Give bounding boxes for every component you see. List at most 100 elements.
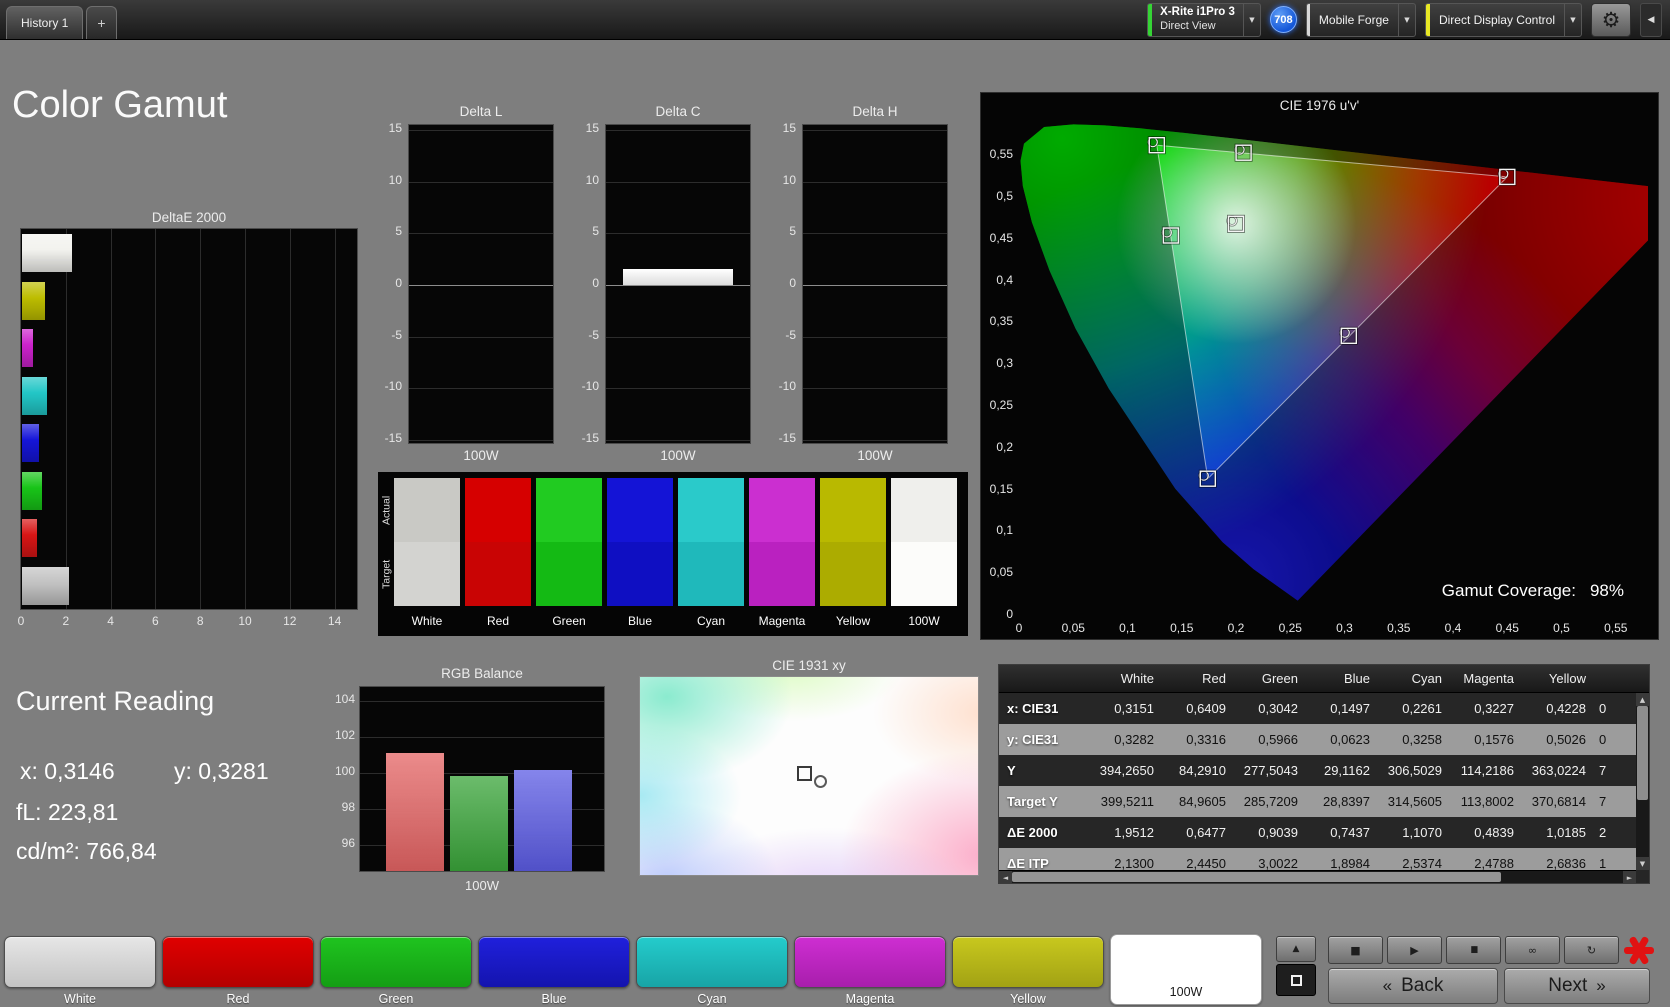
gridline — [360, 701, 604, 702]
swatch-actual — [536, 478, 602, 542]
gridline — [803, 181, 947, 183]
loop-button[interactable]: ∞ — [1505, 936, 1560, 964]
alert-asterisk-icon[interactable] — [1622, 934, 1656, 968]
y-tick-label: 0,25 — [989, 398, 1013, 412]
swatch-label: Magenta — [758, 614, 806, 628]
add-tab-button[interactable]: + — [86, 6, 117, 39]
pattern-button-blue[interactable] — [478, 936, 630, 988]
table-cell: 0,4839 — [1474, 825, 1514, 840]
y-tick-label: 0 — [789, 276, 796, 290]
collapse-left-icon: ◀ — [1647, 14, 1655, 25]
pattern-button-yellow[interactable] — [952, 936, 1104, 988]
stop-icon: ■ — [1350, 943, 1361, 957]
row-label: ΔE ITP — [1007, 856, 1049, 870]
pattern-button-label: 100W — [1169, 985, 1203, 999]
cie1931-title: CIE 1931 xy — [772, 658, 846, 673]
play-button[interactable]: ▶ — [1387, 936, 1442, 964]
x-tick-label: 14 — [327, 614, 342, 628]
x-tick-label: 12 — [283, 614, 297, 628]
gridline — [409, 181, 553, 183]
table-cell: 0,9039 — [1258, 825, 1298, 840]
back-button[interactable]: « Back — [1328, 968, 1498, 1004]
gridline — [155, 229, 157, 609]
y-tick-label: -5 — [588, 327, 599, 342]
x-axis-label: 100W — [660, 448, 696, 463]
scroll-down-icon[interactable]: ▼ — [1636, 857, 1649, 870]
next-label: Next — [1548, 975, 1588, 996]
table-cell-clipped: 7 — [1599, 794, 1607, 809]
back-chevrons-icon: « — [1382, 976, 1393, 995]
column-yellow: Yellow — [1548, 671, 1586, 686]
pattern-source-dropdown[interactable]: Mobile Forge ▼ — [1305, 2, 1416, 37]
deltae2000-chart — [20, 228, 358, 610]
gridline — [289, 229, 291, 609]
x-tick-label: 0,4 — [1444, 621, 1462, 635]
swatch-label: Yellow — [835, 614, 871, 628]
pattern-button-100w[interactable]: 100W — [1110, 934, 1262, 1005]
y-tick-label: 0,35 — [989, 314, 1013, 329]
table-cell-clipped: 1 — [1599, 856, 1607, 870]
table-cell: 113,8002 — [1460, 794, 1514, 809]
stop-button[interactable]: ■ — [1328, 936, 1383, 964]
chevron-down-icon[interactable]: ▼ — [1564, 3, 1581, 36]
y-tick-label: 0,5 — [996, 189, 1013, 203]
column-magenta: Magenta — [1463, 671, 1514, 686]
vscroll-track[interactable] — [1636, 706, 1649, 857]
table-vertical-scrollbar[interactable]: ▲ ▼ — [1636, 693, 1649, 870]
settings-button[interactable]: ⚙ — [1591, 2, 1631, 37]
x-tick-label: 6 — [152, 614, 159, 628]
top-bar-controls: X-Rite i1Pro 3 Direct View ▼ 708 Mobile … — [1147, 0, 1670, 39]
column-green: Green — [1261, 671, 1298, 686]
next-button[interactable]: Next » — [1504, 968, 1650, 1004]
gamut-coverage-label: Gamut Coverage: — [1441, 581, 1576, 600]
delta-h-chart — [802, 124, 948, 444]
table-cell-clipped: 7 — [1599, 763, 1607, 778]
table-cell: 399,5211 — [1100, 794, 1154, 809]
pattern-window-button[interactable] — [1276, 964, 1316, 996]
meter-dropdown[interactable]: X-Rite i1Pro 3 Direct View ▼ — [1147, 2, 1261, 37]
display-control-dropdown[interactable]: Direct Display Control ▼ — [1424, 2, 1582, 37]
table-cell: 114,2186 — [1460, 763, 1514, 778]
back-label: Back — [1401, 975, 1444, 996]
pattern-button-cyan[interactable] — [636, 936, 788, 988]
table-cell: 29,1162 — [1323, 763, 1370, 778]
gamut-coverage-readout: Gamut Coverage: 98% — [1442, 581, 1624, 601]
refresh-button[interactable]: ↻ — [1564, 936, 1619, 964]
pattern-button-white[interactable] — [4, 936, 156, 988]
gridline — [803, 233, 947, 235]
table-cell: 1,8984 — [1330, 856, 1370, 870]
tab-history-1[interactable]: History 1 — [6, 6, 84, 39]
scroll-right-icon[interactable]: ► — [1623, 871, 1636, 883]
pattern-button-red[interactable] — [162, 936, 314, 988]
collapse-panel-button[interactable]: ◀ — [1640, 2, 1662, 37]
cie1976-panel: CIE 1976 u'v' 0 0,05 0,1 0,15 0,2 0,25 0,3 0,35… — [980, 92, 1659, 640]
pause-button[interactable]: ▮▮ — [1446, 936, 1501, 964]
calman-app: Color Gamut DeltaE 2000 0 2 4 6 8 10 12 14 CIE … — [0, 0, 1670, 1007]
table-cell: 2,1300 — [1114, 856, 1154, 870]
table-cell-clipped: 2 — [1599, 825, 1607, 840]
loop-icon: ∞ — [1527, 943, 1538, 957]
vscroll-thumb[interactable] — [1637, 706, 1648, 800]
rgb-bar-red — [386, 752, 444, 871]
pattern-button-magenta[interactable] — [794, 936, 946, 988]
scroll-left-icon[interactable]: ◄ — [999, 871, 1012, 883]
y-tick-label: -10 — [384, 379, 402, 394]
delta-l-title: Delta L — [459, 104, 503, 119]
scroll-up-button[interactable]: ▲ — [1276, 936, 1316, 962]
pattern-button-label: White — [64, 992, 96, 1006]
table-cell: 2,4450 — [1186, 856, 1226, 870]
chevron-down-icon[interactable]: ▼ — [1397, 3, 1415, 36]
chevron-down-icon[interactable]: ▼ — [1242, 3, 1260, 36]
scroll-up-icon[interactable]: ▲ — [1636, 693, 1649, 706]
table-horizontal-scrollbar[interactable]: ◄ ► — [999, 870, 1636, 883]
current-reading: Current Reading x: 0,3146 y: 0,3281 fL: … — [16, 686, 351, 866]
reading-fl: fL: 223,81 — [16, 799, 119, 825]
deltae-bar-green — [22, 471, 43, 510]
hscroll-thumb[interactable] — [1012, 872, 1501, 882]
hscroll-track[interactable] — [1012, 871, 1623, 883]
rgb-balance-x-label: 100W — [465, 878, 499, 893]
table-row: Y 394,2650 84,2910 277,5043 29,1162 306,5029 1… — [999, 755, 1636, 786]
rgb-bar-blue — [514, 769, 572, 871]
pattern-button-green[interactable] — [320, 936, 472, 988]
cie1931-zoom — [639, 676, 979, 876]
